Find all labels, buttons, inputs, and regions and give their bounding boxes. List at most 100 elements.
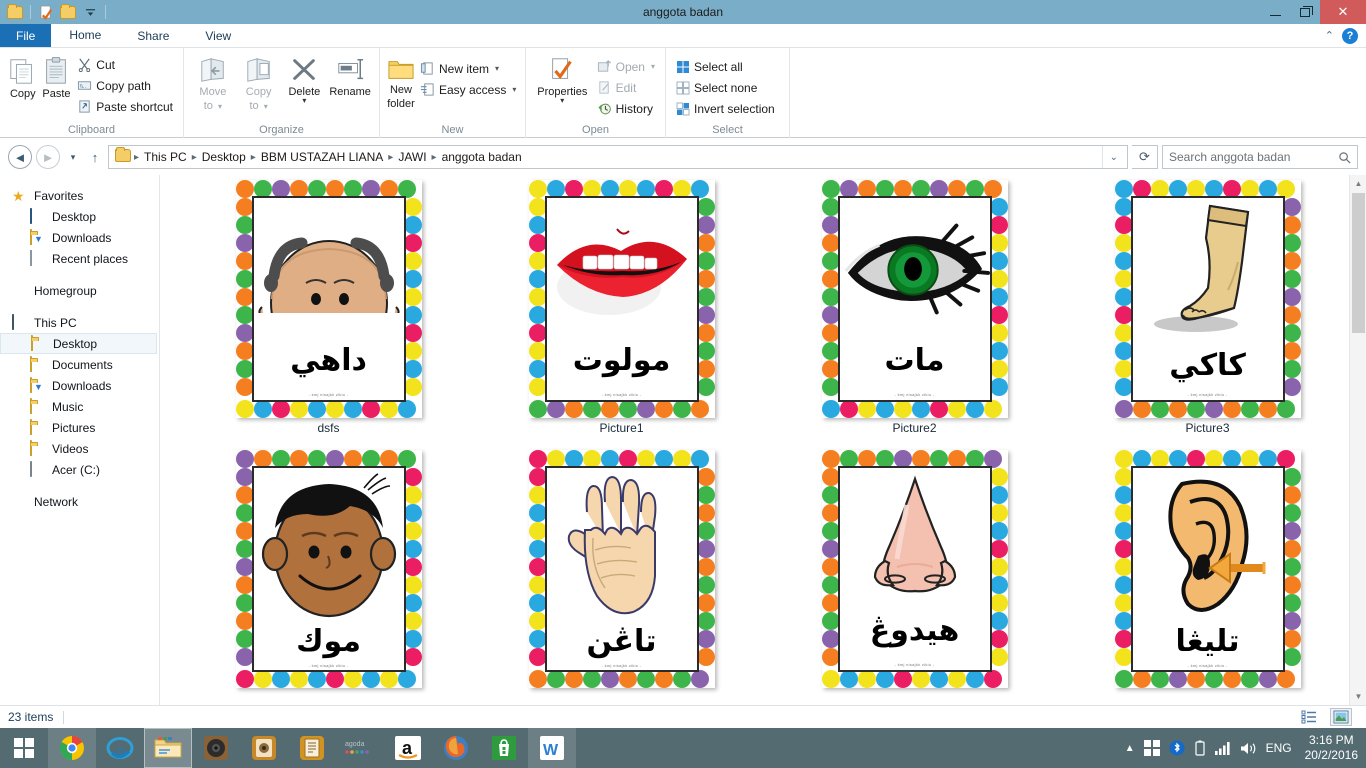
taskbar[interactable]: e agoda a W ▲ ENG 3:16 PM 20/2/2016 (0, 728, 1366, 768)
sidebar-item-documents[interactable]: Documents (0, 354, 159, 375)
ribbon[interactable]: Copy Paste Cut \\.. Copy path Paste shor… (0, 48, 1366, 138)
file-item[interactable]: كاكي - kmj nisajkk zikiu - Picture3 (1061, 175, 1354, 445)
minimize-button[interactable] (1260, 0, 1290, 24)
forward-button[interactable]: ► (36, 145, 60, 169)
sidebar-item-videos[interactable]: Videos (0, 438, 159, 459)
language-indicator[interactable]: ENG (1266, 741, 1292, 755)
agoda-taskbar-icon[interactable]: agoda (336, 728, 384, 768)
help-icon[interactable]: ? (1342, 27, 1358, 44)
file-item[interactable]: داهي - kmj nisajkk zikiu - dsfs (182, 175, 475, 445)
file-grid[interactable]: داهي - kmj nisajkk zikiu - dsfs مولوت - kmj… (160, 175, 1366, 705)
file-list-view[interactable]: داهي - kmj nisajkk zikiu - dsfs مولوت - kmj… (160, 175, 1366, 705)
new-folder-icon[interactable] (59, 3, 77, 21)
customize-caret-icon[interactable] (81, 3, 99, 21)
tab-file[interactable]: File (0, 24, 52, 47)
move-to-button[interactable]: Move to ▾ (190, 52, 236, 114)
cut-button[interactable]: Cut (73, 54, 177, 75)
chevron-up-icon[interactable]: ⌃ (1325, 29, 1334, 42)
paste-button[interactable]: Paste (40, 52, 74, 114)
window-controls[interactable]: ✕ (1260, 0, 1366, 24)
battery-icon[interactable] (1194, 740, 1206, 756)
scroll-up-arrow-icon[interactable]: ▲ (1350, 175, 1366, 192)
tab-home[interactable]: Home (51, 24, 120, 47)
file-thumbnail[interactable]: كاكي - kmj nisajkk zikiu - (1112, 179, 1304, 419)
easy-access-button[interactable]: Easy access ▾ (416, 79, 520, 100)
windows-start-icon[interactable] (0, 728, 48, 768)
navigation-pane[interactable]: ★ Favorites Desktop ▼ Downloads Recent p… (0, 175, 160, 705)
select-all-button[interactable]: Select all (672, 56, 779, 77)
volume-icon[interactable] (1240, 741, 1257, 756)
folder-icon[interactable] (6, 3, 24, 21)
system-tray[interactable]: ▲ ENG 3:16 PM 20/2/2016 (1125, 733, 1366, 763)
address-bar-row[interactable]: ◄ ► ▾ ↑ ▸ This PC ▸ Desktop ▸ BBM USTAZA… (0, 139, 1366, 175)
tab-share[interactable]: Share (119, 24, 188, 47)
sidebar-item-this-pc[interactable]: This PC (0, 312, 159, 333)
file-thumbnail[interactable]: داهي - kmj nisajkk zikiu - (233, 179, 425, 419)
sidebar-item-music[interactable]: Music (0, 396, 159, 417)
address-bar[interactable]: ▸ This PC ▸ Desktop ▸ BBM USTAZAH LIANA … (108, 145, 1128, 169)
title-bar[interactable]: anggota badan ✕ (0, 0, 1366, 24)
sidebar-item-network[interactable]: Network (0, 491, 159, 512)
file-thumbnail[interactable]: موك - kmj nisajkk zikiu - (233, 449, 425, 689)
amazon-taskbar-icon[interactable]: a (384, 728, 432, 768)
copy-button[interactable]: Copy (6, 52, 40, 114)
select-none-button[interactable]: Select none (672, 77, 779, 98)
file-thumbnail[interactable]: مولوت - kmj nisajkk zikiu - (526, 179, 718, 419)
quick-access-toolbar[interactable] (0, 0, 108, 24)
file-item[interactable]: مولوت - kmj nisajkk zikiu - Picture1 (475, 175, 768, 445)
back-button[interactable]: ◄ (8, 145, 32, 169)
file-thumbnail[interactable]: هيدوڠ - kmj nisajkk zikiu - (819, 449, 1011, 689)
properties-button[interactable]: Properties ▾ (532, 52, 593, 114)
wps-writer-taskbar-icon[interactable]: W (528, 728, 576, 768)
invert-selection-button[interactable]: Invert selection (672, 98, 779, 119)
scroll-down-arrow-icon[interactable]: ▼ (1350, 688, 1366, 705)
new-item-caret-icon[interactable]: ▾ (495, 64, 499, 73)
delete-button[interactable]: Delete ▾ (282, 52, 328, 114)
details-view-icon[interactable] (1298, 708, 1320, 726)
up-button[interactable]: ↑ (86, 145, 104, 169)
breadcrumb-anggota-badan[interactable]: anggota badan (438, 146, 526, 168)
open-button[interactable]: Open ▾ (593, 56, 659, 77)
sidebar-item-downloads-fav[interactable]: ▼ Downloads (0, 227, 159, 248)
breadcrumb-jawi[interactable]: JAWI (394, 146, 430, 168)
easy-access-caret-icon[interactable]: ▾ (512, 85, 516, 94)
edit-button[interactable]: Edit (593, 77, 659, 98)
sidebar-item-acer-c[interactable]: Acer (C:) (0, 459, 159, 480)
show-hidden-icons-icon[interactable]: ▲ (1125, 743, 1135, 754)
refresh-button[interactable]: ⟳ (1132, 145, 1158, 169)
file-item[interactable]: هيدوڠ - kmj nisajkk zikiu - (768, 445, 1061, 705)
copy-to-button[interactable]: Copy to ▾ (236, 52, 282, 114)
search-input[interactable]: Search anggota badan (1162, 145, 1358, 169)
file-thumbnail[interactable]: مات - kmj nisajkk zikiu - (819, 179, 1011, 419)
file-thumbnail[interactable]: تليڠا - kmj nisajkk zikiu - (1112, 449, 1304, 689)
delete-caret-icon[interactable]: ▾ (302, 97, 306, 105)
file-item[interactable]: موك - kmj nisajkk zikiu - (182, 445, 475, 705)
action-center-icon[interactable] (1143, 740, 1160, 756)
restore-button[interactable] (1290, 0, 1320, 24)
bluetooth-icon[interactable] (1169, 740, 1185, 756)
large-icons-view-icon[interactable] (1330, 708, 1352, 726)
chevron-down-icon[interactable]: ⌄ (1101, 146, 1125, 168)
open-caret-icon[interactable]: ▾ (651, 62, 655, 71)
scrollbar-thumb[interactable] (1352, 193, 1365, 333)
recent-locations-button[interactable]: ▾ (64, 145, 82, 169)
signal-bars-icon[interactable] (1214, 741, 1231, 755)
copy-path-button[interactable]: \\.. Copy path (73, 75, 177, 96)
clock[interactable]: 3:16 PM 20/2/2016 (1301, 733, 1358, 763)
file-explorer-taskbar-icon[interactable] (144, 728, 192, 768)
paste-shortcut-button[interactable]: Paste shortcut (73, 96, 177, 117)
file-item[interactable]: مات - kmj nisajkk zikiu - Picture2 (768, 175, 1061, 445)
sidebar-item-homegroup[interactable]: Homegroup (0, 280, 159, 301)
file-item[interactable]: تاڠن - kmj nisajkk zikiu - (475, 445, 768, 705)
sidebar-item-pictures[interactable]: Pictures (0, 417, 159, 438)
chrome-taskbar-icon[interactable] (48, 728, 96, 768)
search-icon[interactable] (1338, 151, 1351, 164)
media-app-taskbar-icon[interactable] (240, 728, 288, 768)
sidebar-item-desktop[interactable]: Desktop (0, 333, 157, 354)
tab-view[interactable]: View (187, 24, 250, 47)
new-folder-button[interactable]: New folder (386, 52, 416, 114)
file-item[interactable]: تليڠا - kmj nisajkk zikiu - (1061, 445, 1354, 705)
notes-app-taskbar-icon[interactable] (288, 728, 336, 768)
sidebar-item-favorites[interactable]: ★ Favorites (0, 185, 159, 206)
breadcrumb-this-pc[interactable]: This PC (140, 146, 191, 168)
